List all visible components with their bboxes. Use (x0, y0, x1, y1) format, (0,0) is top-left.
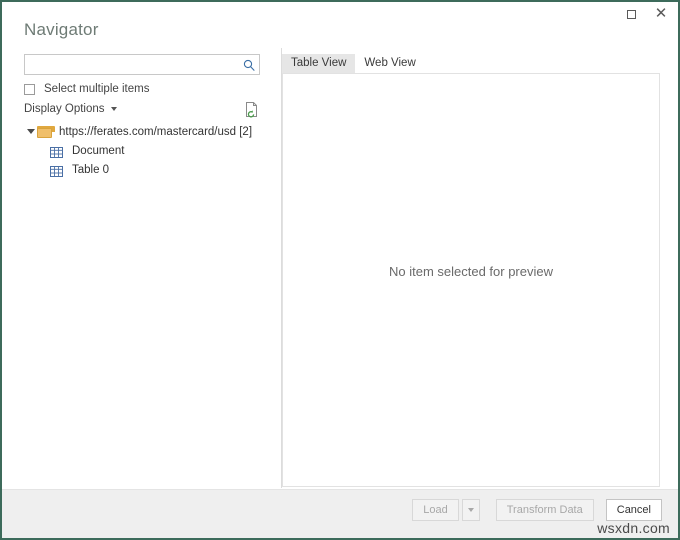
page-title: Navigator (24, 20, 99, 39)
watermark: wsxdn.com (597, 520, 670, 536)
search-box[interactable] (24, 54, 260, 75)
navigator-left-pane: Select multiple items Display Options ht… (2, 48, 281, 488)
tab-table-view[interactable]: Table View (282, 54, 356, 73)
search-input[interactable] (25, 56, 239, 73)
select-multiple-items-row[interactable]: Select multiple items (24, 81, 149, 97)
dialog-footer: Load Transform Data Cancel wsxdn.com (2, 489, 678, 538)
tree-item-document[interactable]: Document (24, 141, 269, 160)
select-multiple-items-label: Select multiple items (44, 83, 150, 95)
display-options-button[interactable]: Display Options (24, 103, 117, 115)
tab-web-view[interactable]: Web View (355, 54, 424, 73)
tree-item-label: Table 0 (72, 163, 110, 176)
tree-root-label: https://ferates.com/mastercard/usd [2] (59, 125, 253, 138)
transform-data-button[interactable]: Transform Data (495, 499, 594, 521)
folder-icon (37, 125, 55, 138)
load-dropdown-button[interactable] (461, 499, 480, 521)
preview-panel: No item selected for preview (282, 73, 660, 487)
navigator-right-pane: Table View Web View No item selected for… (282, 48, 678, 488)
footer-button-group: Load Transform Data Cancel (412, 499, 662, 521)
close-icon: ✕ (654, 4, 668, 22)
load-button[interactable]: Load (412, 499, 459, 521)
maximize-icon (626, 9, 636, 19)
window-controls: ✕ (616, 0, 676, 28)
expander-collapse-icon[interactable] (24, 129, 37, 134)
navigator-dialog: ✕ Navigator Select multiple items Displa… (0, 0, 680, 540)
page-refresh-icon[interactable] (244, 101, 260, 118)
display-options-label: Display Options (24, 103, 105, 115)
tree-item-label: Document (72, 144, 125, 157)
tree-root-node[interactable]: https://ferates.com/mastercard/usd [2] (24, 122, 269, 141)
cancel-button[interactable]: Cancel (605, 499, 662, 521)
table-icon (50, 164, 63, 177)
display-options-row: Display Options (24, 100, 260, 118)
source-tree: https://ferates.com/mastercard/usd [2] D… (24, 122, 269, 179)
chevron-down-icon (467, 508, 474, 512)
chevron-down-icon (110, 107, 117, 111)
title-bar: ✕ (2, 0, 678, 28)
preview-empty-message: No item selected for preview (388, 263, 553, 279)
select-multiple-items-checkbox[interactable] (24, 83, 35, 95)
preview-tabstrip: Table View Web View (282, 54, 425, 73)
table-icon (50, 145, 63, 158)
close-button[interactable]: ✕ (646, 0, 676, 28)
maximize-button[interactable] (616, 0, 646, 28)
tree-item-table-0[interactable]: Table 0 (24, 160, 269, 179)
search-icon[interactable] (239, 55, 259, 74)
